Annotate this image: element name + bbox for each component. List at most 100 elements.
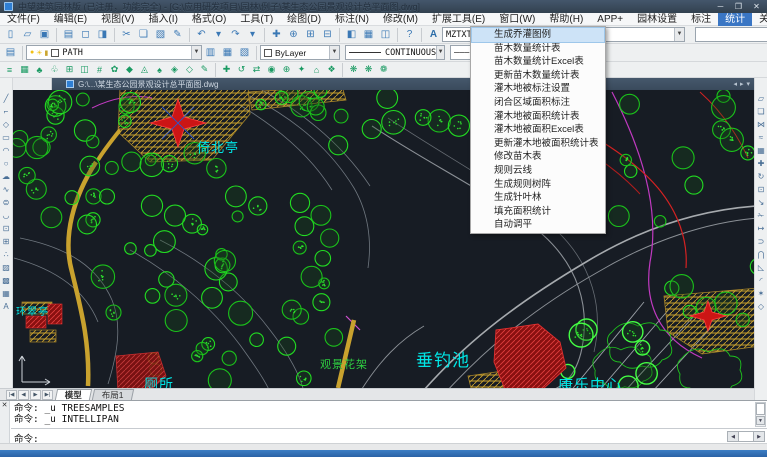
paste-icon[interactable]: ▧ bbox=[152, 27, 169, 43]
garden-tool-3-icon[interactable]: ♣ bbox=[32, 63, 47, 77]
spline-icon[interactable]: ∿ bbox=[0, 183, 12, 196]
tab-nav-4[interactable]: ▶| bbox=[42, 390, 53, 400]
menubar-item-11[interactable]: 窗口(W) bbox=[492, 13, 542, 26]
publish-icon[interactable]: ◨ bbox=[94, 27, 111, 43]
chevron-down-icon[interactable]: ▼ bbox=[191, 46, 201, 59]
menubar-item-17[interactable]: 关于园林 bbox=[752, 13, 767, 26]
layer-lock-icon[interactable]: ▮ bbox=[45, 49, 49, 57]
zoom-window-icon[interactable]: ⊞ bbox=[302, 27, 319, 43]
stretch-icon[interactable]: ↘ bbox=[755, 196, 767, 209]
menubar-item-13[interactable]: APP+ bbox=[590, 13, 630, 26]
scroll-right-icon[interactable]: ▶ bbox=[753, 431, 765, 442]
garden-tool-19-icon[interactable]: ⊕ bbox=[279, 63, 294, 77]
arc-icon[interactable]: ◠ bbox=[0, 144, 12, 157]
garden-tool-8-icon[interactable]: ✿ bbox=[107, 63, 122, 77]
osnap-icon[interactable]: ◇ bbox=[755, 300, 767, 313]
dropdown-item-8[interactable]: 灌木地被面积Excel表 bbox=[472, 123, 604, 137]
menubar-item-10[interactable]: 扩展工具(E) bbox=[425, 13, 492, 26]
revision-cloud-icon[interactable]: ☁ bbox=[0, 170, 12, 183]
join-icon[interactable]: ⋂ bbox=[755, 248, 767, 261]
scroll-down-icon[interactable]: ▼ bbox=[756, 416, 765, 425]
undo-dropdown-icon[interactable]: ▾ bbox=[210, 27, 227, 43]
garden-tool-16-icon[interactable]: ↺ bbox=[234, 63, 249, 77]
command-vscrollbar[interactable]: ▼ bbox=[755, 402, 766, 427]
garden-tool-22-icon[interactable]: ❖ bbox=[324, 63, 339, 77]
layer-properties-manager-icon[interactable]: ▤ bbox=[2, 45, 19, 61]
garden-tool-18-icon[interactable]: ◉ bbox=[264, 63, 279, 77]
dropdown-item-11[interactable]: 规则云线 bbox=[472, 164, 604, 178]
copy-icon[interactable]: ❏ bbox=[135, 27, 152, 43]
move-icon[interactable]: ✚ bbox=[755, 157, 767, 170]
mirror-icon[interactable]: ⋈ bbox=[755, 118, 767, 131]
garden-settings-3-icon[interactable]: ❁ bbox=[376, 63, 391, 77]
dropdown-item-14[interactable]: 填充面积统计 bbox=[472, 205, 604, 219]
plot-icon[interactable]: ▤ bbox=[60, 27, 77, 43]
menubar-item-7[interactable]: 绘图(D) bbox=[280, 13, 328, 26]
garden-tool-6-icon[interactable]: ◫ bbox=[77, 63, 92, 77]
chevron-down-icon[interactable]: ▼ bbox=[436, 46, 444, 59]
menubar-item-8[interactable]: 标注(N) bbox=[328, 13, 376, 26]
trim-icon[interactable]: ✁ bbox=[755, 209, 767, 222]
hscroll-track[interactable] bbox=[739, 431, 753, 442]
viewport-multiple-icon[interactable]: ▦ bbox=[360, 27, 377, 43]
layer-freeze-sun-icon[interactable]: ☀ bbox=[36, 49, 42, 57]
garden-tool-4-icon[interactable]: ♧ bbox=[47, 63, 62, 77]
erase-icon[interactable]: ▱ bbox=[755, 92, 767, 105]
garden-tool-14-icon[interactable]: ✎ bbox=[197, 63, 212, 77]
chevron-down-icon[interactable]: ▼ bbox=[674, 28, 684, 41]
table-icon[interactable]: ▦ bbox=[0, 287, 12, 300]
menubar-item-5[interactable]: 格式(O) bbox=[185, 13, 233, 26]
chevron-down-icon[interactable]: ▼ bbox=[329, 46, 339, 59]
array-icon[interactable]: ▦ bbox=[755, 144, 767, 157]
dropdown-item-6[interactable]: 闭合区域面积标注 bbox=[472, 96, 604, 110]
menubar-item-14[interactable]: 园林设置 bbox=[630, 13, 684, 26]
dropdown-item-2[interactable]: 苗木数量统计表 bbox=[472, 42, 604, 56]
menubar-item-16[interactable]: 统计 bbox=[718, 13, 752, 26]
dropdown-item-1[interactable]: 生成乔灌图例 bbox=[472, 28, 604, 42]
undo-icon[interactable]: ↶ bbox=[193, 27, 210, 43]
break-icon[interactable]: ⊃ bbox=[755, 235, 767, 248]
match-properties-icon[interactable]: ✎ bbox=[169, 27, 186, 43]
menubar-item-2[interactable]: 编辑(E) bbox=[47, 13, 94, 26]
garden-tool-15-icon[interactable]: ✚ bbox=[219, 63, 234, 77]
print-preview-icon[interactable]: ◻ bbox=[77, 27, 94, 43]
dropdown-item-12[interactable]: 生成规则树阵 bbox=[472, 178, 604, 192]
maximize-button[interactable]: ❐ bbox=[730, 1, 747, 12]
save-icon[interactable]: ▣ bbox=[36, 27, 53, 43]
dropdown-item-10[interactable]: 修改苗木表 bbox=[472, 150, 604, 164]
document-titlebar[interactable]: G:\...\某生态公园景观设计总平面图.dwg ◂ ▸ ▾ bbox=[13, 78, 754, 90]
garden-tool-11-icon[interactable]: ♠ bbox=[152, 63, 167, 77]
menubar-item-9[interactable]: 修改(M) bbox=[376, 13, 425, 26]
offset-icon[interactable]: ≈ bbox=[755, 131, 767, 144]
dropdown-item-9[interactable]: 更新灌木地被面积统计表 bbox=[472, 137, 604, 151]
tab-模型[interactable]: 模型 bbox=[55, 389, 92, 400]
drawing-canvas[interactable]: 倚北亭垂钓池康乐中心厕所观景花架环翠亭 bbox=[13, 90, 754, 388]
scroll-left-icon[interactable]: ◀ bbox=[727, 431, 739, 442]
layer-combo[interactable]: ●☀▮ PATH ▼ bbox=[26, 45, 202, 60]
garden-settings-1-icon[interactable]: ❋ bbox=[346, 63, 361, 77]
mtext-icon[interactable]: A bbox=[0, 300, 12, 313]
polyline-icon[interactable]: ⌐ bbox=[0, 105, 12, 118]
tab-布局1[interactable]: 布局1 bbox=[92, 389, 134, 400]
copy-icon[interactable]: ❏ bbox=[755, 105, 767, 118]
garden-settings-2-icon[interactable]: ❋ bbox=[361, 63, 376, 77]
garden-tool-12-icon[interactable]: ◈ bbox=[167, 63, 182, 77]
insert-block-icon[interactable]: ⊡ bbox=[0, 222, 12, 235]
garden-tool-9-icon[interactable]: ◆ bbox=[122, 63, 137, 77]
table-style-combo[interactable]: ▼ bbox=[601, 27, 685, 42]
menubar-item-15[interactable]: 标注 bbox=[684, 13, 718, 26]
tab-nav-3[interactable]: ▶ bbox=[30, 390, 41, 400]
garden-tool-5-icon[interactable]: ⊞ bbox=[62, 63, 77, 77]
garden-tool-21-icon[interactable]: ⌂ bbox=[309, 63, 324, 77]
text-style-icon[interactable]: A bbox=[425, 27, 442, 43]
zoom-previous-icon[interactable]: ⊟ bbox=[319, 27, 336, 43]
viewport-single-icon[interactable]: ◧ bbox=[343, 27, 360, 43]
garden-tool-2-icon[interactable]: ▦ bbox=[17, 63, 32, 77]
layer-previous-icon[interactable]: ▥ bbox=[202, 45, 219, 61]
hatch-icon[interactable]: ▨ bbox=[0, 261, 12, 274]
garden-tool-20-icon[interactable]: ✦ bbox=[294, 63, 309, 77]
garden-tool-7-icon[interactable]: # bbox=[92, 63, 107, 77]
dropdown-item-5[interactable]: 灌木地被标注设置 bbox=[472, 82, 604, 96]
open-icon[interactable]: ▱ bbox=[19, 27, 36, 43]
line-icon[interactable]: ╱ bbox=[0, 92, 12, 105]
